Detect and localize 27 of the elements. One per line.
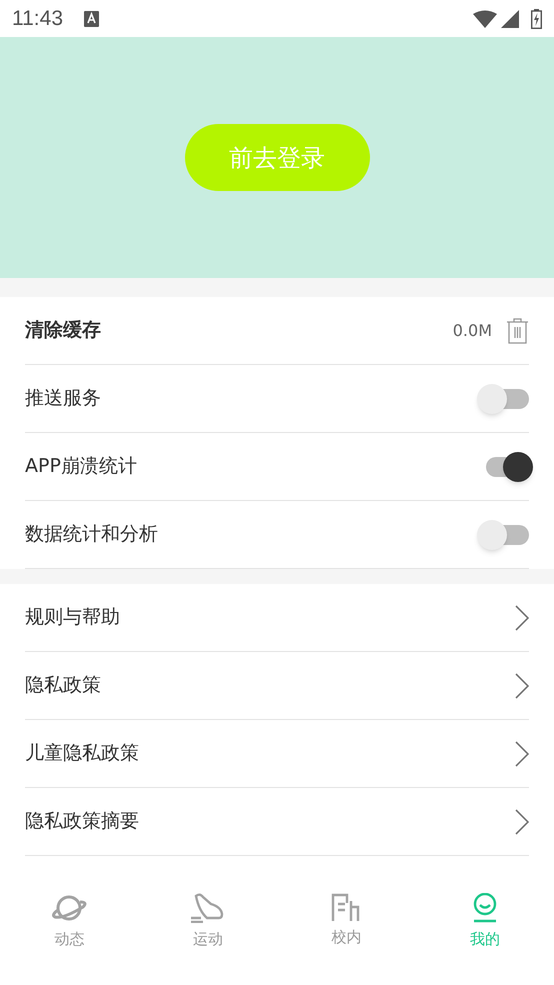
menu-item[interactable]: 儿童隐私政策 bbox=[25, 720, 529, 788]
tab-bar-item[interactable]: 我的 bbox=[416, 893, 554, 950]
cache-size: 0.0M bbox=[452, 320, 492, 342]
keyboard-icon bbox=[84, 10, 99, 26]
chevron-right-icon bbox=[515, 808, 529, 834]
menu-item[interactable]: 隐私政策摘要 bbox=[25, 788, 529, 856]
tab-bar-item[interactable]: 动态 bbox=[0, 893, 138, 950]
setting-label: 清除缓存 bbox=[25, 318, 102, 344]
battery-icon bbox=[531, 8, 542, 28]
shoe-icon bbox=[191, 893, 224, 923]
person-icon bbox=[472, 893, 498, 923]
setting-label: 数据统计和分析 bbox=[25, 522, 159, 548]
menu-item[interactable]: 隐私政策 bbox=[25, 652, 529, 720]
signal-icon bbox=[501, 10, 519, 28]
setting-label: APP崩溃统计 bbox=[25, 454, 138, 480]
wifi-icon bbox=[473, 10, 497, 28]
document-icon bbox=[331, 893, 362, 921]
setting-label: 推送服务 bbox=[25, 386, 102, 412]
trash-icon[interactable] bbox=[506, 317, 529, 344]
chevron-right-icon bbox=[515, 604, 529, 630]
status-time: 11:43 bbox=[12, 6, 63, 32]
chevron-right-icon bbox=[515, 740, 529, 766]
tab-bar-item[interactable]: 运动 bbox=[138, 893, 277, 950]
menu-item[interactable]: 规则与帮助 bbox=[25, 584, 529, 652]
planet-icon bbox=[51, 893, 88, 923]
chevron-right-icon bbox=[515, 672, 529, 698]
tab-bar-item[interactable]: 校内 bbox=[277, 893, 416, 950]
